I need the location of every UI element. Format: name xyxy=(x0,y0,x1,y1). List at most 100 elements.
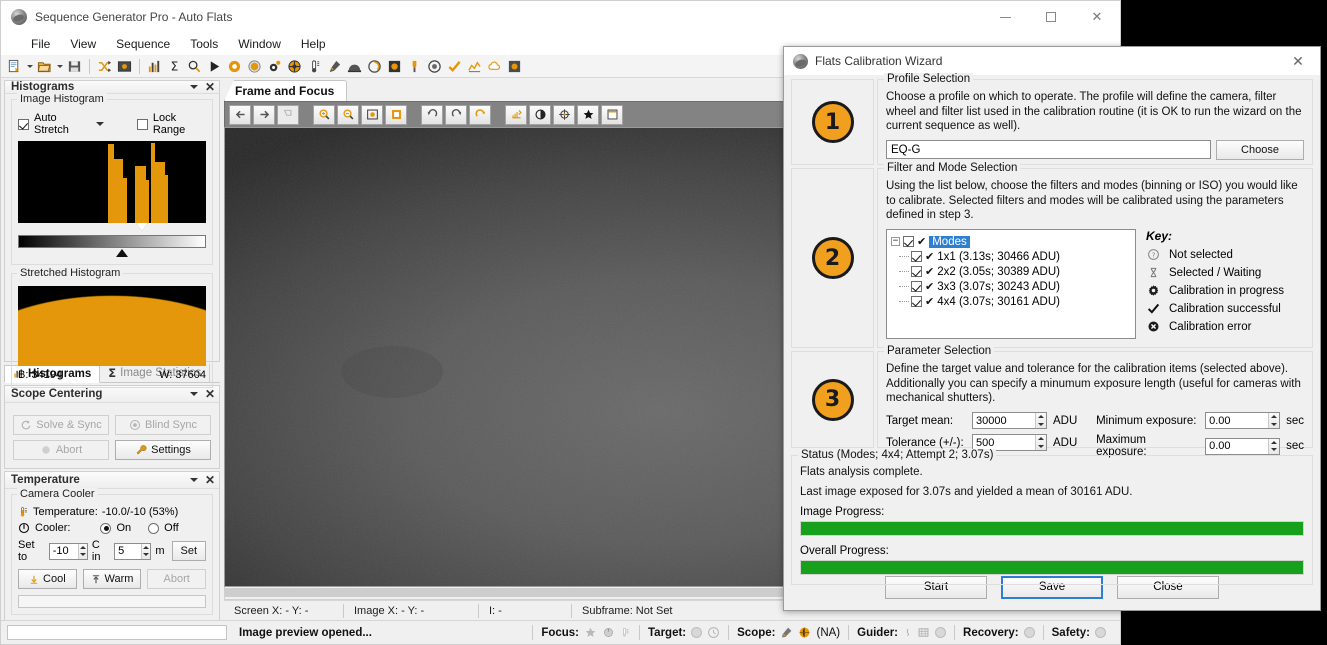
auto-stretch-checkbox[interactable] xyxy=(18,118,29,130)
zoom-actual-icon[interactable] xyxy=(385,104,407,125)
blind-sync-button[interactable]: Blind Sync xyxy=(115,415,211,435)
set-to-input[interactable] xyxy=(49,543,78,559)
run-sequence-icon[interactable] xyxy=(205,57,224,76)
close-icon[interactable]: ✕ xyxy=(205,81,215,93)
lock-range-checkbox[interactable] xyxy=(136,118,148,130)
frame-focus-icon[interactable] xyxy=(115,57,134,76)
zoom-fit-icon[interactable] xyxy=(361,104,383,125)
zoom-out-icon[interactable] xyxy=(337,104,359,125)
histogram-gradient-bar[interactable] xyxy=(18,235,206,248)
crosshair-icon[interactable] xyxy=(553,104,575,125)
wrench-icon xyxy=(136,445,147,455)
chevron-down-icon[interactable] xyxy=(189,478,198,482)
modes-tree[interactable]: − ✔ Modes ✔ 1x1 (3.13s; 30466 ADU) ✔ 2x2… xyxy=(886,229,1136,340)
guider-icon[interactable] xyxy=(425,57,444,76)
expander-icon[interactable]: − xyxy=(891,237,900,247)
profile-input[interactable]: EQ-G xyxy=(886,140,1211,160)
minimize-button[interactable] xyxy=(982,1,1028,33)
stretch-icon[interactable] xyxy=(505,104,527,125)
tree-root-modes[interactable]: − ✔ Modes xyxy=(891,235,1131,248)
rotate-cw-icon[interactable] xyxy=(445,104,467,125)
new-dropdown-caret[interactable] xyxy=(25,57,34,76)
modes-root-checkbox[interactable] xyxy=(903,236,914,248)
tree-item[interactable]: ✔ 2x2 (3.05s; 30389 ADU) xyxy=(899,265,1131,278)
c-in-stepper[interactable] xyxy=(114,542,152,560)
menu-sequence[interactable]: Sequence xyxy=(106,35,180,53)
temperature-abort-button[interactable]: Abort xyxy=(147,569,207,589)
search-icon[interactable] xyxy=(185,57,204,76)
graph-icon[interactable] xyxy=(465,57,484,76)
flip-icon[interactable] xyxy=(277,104,299,125)
white-point-marker[interactable] xyxy=(136,223,149,231)
warm-button[interactable]: Warm xyxy=(82,569,142,589)
auto-stretch-dropdown-caret[interactable] xyxy=(95,122,104,126)
cool-button[interactable]: Cool xyxy=(18,569,77,589)
solve-and-sync-button[interactable]: Solve & Sync xyxy=(13,415,109,435)
shuffle-icon[interactable] xyxy=(95,57,114,76)
filter-wheel-icon[interactable] xyxy=(245,57,264,76)
menu-help[interactable]: Help xyxy=(291,35,336,53)
tree-item[interactable]: ✔ 1x1 (3.13s; 30466 ADU) xyxy=(899,250,1131,263)
focus-target-icon[interactable] xyxy=(285,57,304,76)
plug-icon[interactable] xyxy=(405,57,424,76)
menu-tools[interactable]: Tools xyxy=(180,35,228,53)
weather-icon[interactable] xyxy=(485,57,504,76)
mode-checkbox[interactable] xyxy=(911,266,922,278)
arrow-right-icon[interactable] xyxy=(253,104,275,125)
thermometer-icon[interactable] xyxy=(305,57,324,76)
menu-view[interactable]: View xyxy=(60,35,106,53)
settings-button[interactable]: Settings xyxy=(115,440,211,460)
maximum-exposure-stepper[interactable] xyxy=(1205,437,1281,455)
subframe-icon[interactable] xyxy=(601,104,623,125)
dome-icon[interactable] xyxy=(345,57,364,76)
wizard-close-button[interactable]: ✕ xyxy=(1276,47,1320,75)
maximize-button[interactable] xyxy=(1028,1,1074,33)
chevron-down-icon[interactable] xyxy=(189,392,198,396)
tolerance-input[interactable] xyxy=(973,435,1035,451)
minimum-exposure-input[interactable] xyxy=(1206,413,1269,429)
maximum-exposure-input[interactable] xyxy=(1206,438,1269,454)
minimum-exposure-stepper[interactable] xyxy=(1205,412,1281,430)
zoom-in-icon[interactable] xyxy=(313,104,335,125)
notification-icon[interactable] xyxy=(505,57,524,76)
menu-window[interactable]: Window xyxy=(228,35,291,53)
cooler-off-radio[interactable] xyxy=(148,522,160,534)
open-dropdown-caret[interactable] xyxy=(55,57,64,76)
target-mean-stepper[interactable] xyxy=(972,412,1047,430)
close-button[interactable]: ✕ xyxy=(1074,1,1120,33)
mode-checkbox[interactable] xyxy=(911,251,922,263)
save-icon[interactable] xyxy=(65,57,84,76)
menu-file[interactable]: File xyxy=(21,35,60,53)
close-icon[interactable]: ✕ xyxy=(205,474,215,486)
chevron-down-icon[interactable] xyxy=(189,85,198,89)
choose-profile-button[interactable]: Choose xyxy=(1216,140,1304,161)
set-button[interactable]: Set xyxy=(171,541,206,561)
c-in-input[interactable] xyxy=(115,543,142,559)
set-to-stepper[interactable] xyxy=(48,542,88,560)
open-icon[interactable] xyxy=(35,57,54,76)
rotate-ccw-icon[interactable] xyxy=(421,104,443,125)
mode-checkbox[interactable] xyxy=(911,296,922,308)
contrast-icon[interactable] xyxy=(529,104,551,125)
abort-button[interactable]: Abort xyxy=(13,440,109,460)
eyedropper-icon[interactable] xyxy=(325,57,344,76)
tree-item[interactable]: ✔ 4x4 (3.07s; 30161 ADU) xyxy=(899,295,1131,308)
flat-box-icon[interactable] xyxy=(385,57,404,76)
target-mean-input[interactable] xyxy=(973,413,1035,429)
new-sequence-icon[interactable] xyxy=(5,57,24,76)
checkmark-icon[interactable] xyxy=(445,57,464,76)
rotator-icon[interactable] xyxy=(365,57,384,76)
target-ring-icon[interactable] xyxy=(225,57,244,76)
black-point-marker[interactable] xyxy=(115,249,128,257)
star-icon[interactable] xyxy=(577,104,599,125)
histogram-icon[interactable] xyxy=(145,57,164,76)
close-icon[interactable]: ✕ xyxy=(205,388,215,400)
statistics-icon[interactable]: Σ xyxy=(165,57,184,76)
arrow-left-icon[interactable] xyxy=(229,104,251,125)
tree-item[interactable]: ✔ 3x3 (3.07s; 30243 ADU) xyxy=(899,280,1131,293)
cooler-on-radio[interactable] xyxy=(100,522,112,534)
tab-frame-and-focus[interactable]: Frame and Focus xyxy=(224,80,348,101)
mode-checkbox[interactable] xyxy=(911,281,922,293)
refresh-icon[interactable] xyxy=(469,104,491,125)
gear-settings-icon[interactable] xyxy=(265,57,284,76)
